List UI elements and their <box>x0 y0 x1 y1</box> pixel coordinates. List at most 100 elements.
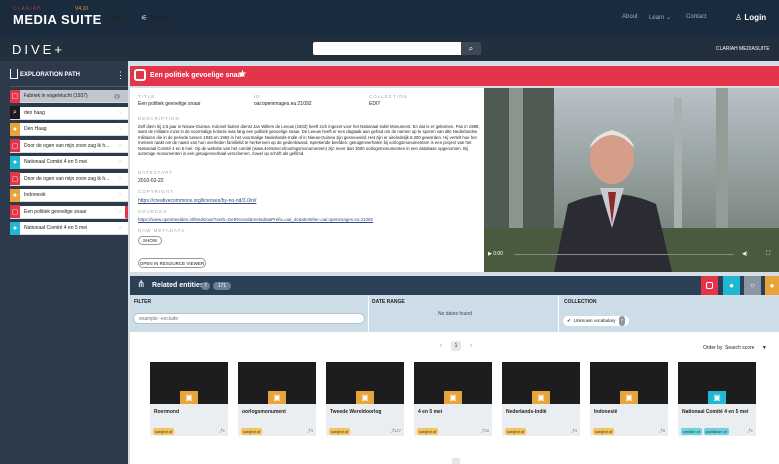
open-resource-viewer-button[interactable]: OPEN IN RESOURCE VIEWER <box>138 258 206 268</box>
filter-label: FILTER <box>134 299 152 305</box>
filter-location-tab[interactable]: ● <box>765 276 779 295</box>
divider <box>10 86 128 87</box>
chevron-right-icon: › <box>119 142 121 149</box>
filter-concept-tab[interactable]: ○ <box>744 276 761 295</box>
relation-tag: subject of <box>153 427 175 435</box>
entity-card[interactable]: ▣ Nederlands-Indië subject of ⤴4 <box>502 362 580 436</box>
sidebar-item-label: Een politiek gevoelige snaar <box>24 208 87 215</box>
volume-icon[interactable]: ◀) <box>742 251 748 257</box>
page-number[interactable]: 1 <box>451 341 461 351</box>
copyright-link[interactable]: https://creativecommons.org/licenses/by-… <box>138 198 256 204</box>
video-progress-bar[interactable] <box>514 254 734 255</box>
location-icon: ▣ <box>356 391 374 404</box>
entity-card[interactable]: ▣ Tweede Wereldoorlog subject of ⤴127 <box>326 362 404 436</box>
id-label: ID <box>254 94 261 99</box>
entity-count: 3 <box>310 428 313 433</box>
sidebar-item[interactable]: ▢ Door de ogen van mijn zoon zag ik h... › <box>10 139 128 153</box>
sidebar-item[interactable]: ● Nationaal Comité 4 en 5 mei › <box>10 221 128 235</box>
video-player[interactable]: ▶ 0:00 ◀) ⛶ <box>484 88 779 272</box>
location-icon: ● <box>769 281 775 290</box>
sidebar-item[interactable]: ▢ Fabriek in vogelvlucht (1937) 1 › <box>10 89 128 103</box>
collection-chip-label: Unknown vocabulary <box>573 318 616 323</box>
title-label: TITLE <box>138 94 156 99</box>
video-time: 0:00 <box>493 251 503 257</box>
filter-input[interactable] <box>133 313 365 324</box>
datestart-value: 2010-02-22 <box>138 178 164 184</box>
login-label: Login <box>744 13 767 22</box>
location-icon: ▣ <box>620 391 638 404</box>
app-logo[interactable]: MEDIA SUITE <box>13 12 102 27</box>
entity-footer: subject of ⤴127 <box>326 426 404 436</box>
entity-footer: subject of ⤴1 <box>150 426 228 436</box>
sources-link[interactable]: https://www.openbeelden.nl/feeds/oai/?ve… <box>138 217 373 222</box>
play-button[interactable]: ▶ 0:00 <box>488 251 503 257</box>
nav-data-link[interactable]: Data <box>108 14 123 21</box>
entity-footer: creator of publisher of ⤴1 <box>678 426 756 436</box>
search-input[interactable] <box>313 42 461 55</box>
scroll-indicator <box>452 458 460 464</box>
sidebar-item-label: Indonesië <box>24 192 46 198</box>
sidebar-item[interactable]: ▢ Een politiek gevoelige snaar › <box>10 205 128 219</box>
description-text: Zelf diem hij 2,5 jaar in Nieuw-Guinea. … <box>138 124 480 157</box>
sidebar-item[interactable]: ⌕ den haag › <box>10 106 128 120</box>
entity-card[interactable]: ▣ Nationaal Comité 4 en 5 mei creator of pu… <box>678 362 756 436</box>
copyright-label: COPYRIGHT <box>138 189 174 194</box>
search-icon: ⌕ <box>468 44 474 53</box>
collection-value: EDIT <box>369 101 381 107</box>
nav-learn-menu[interactable]: Learn ⌄ <box>649 14 671 21</box>
description-label: DESCRIPTION <box>138 116 180 121</box>
user-icon: ♙ <box>735 13 745 22</box>
relation-tag: subject of <box>329 427 351 435</box>
divider <box>558 296 559 332</box>
next-page-button[interactable]: › <box>470 343 472 349</box>
relation-tag: subject of <box>417 427 439 435</box>
nav-contact-link[interactable]: Contact <box>686 14 707 20</box>
prev-page-button[interactable]: ‹ <box>440 343 442 349</box>
title-value: Een politiek gevoelige snaar <box>138 101 201 107</box>
filter-person-tab[interactable]: ● <box>723 276 740 295</box>
nav-about-link[interactable]: About <box>622 14 638 20</box>
play-icon: ▶ <box>488 251 492 257</box>
location-icon: ▣ <box>532 391 550 404</box>
person-icon: ● <box>10 221 20 235</box>
record-icon: ▢ <box>10 172 20 185</box>
search-button[interactable]: ⌕ <box>461 42 481 55</box>
related-count-badge: 7 <box>201 282 210 290</box>
filter-media-tab[interactable] <box>701 276 718 295</box>
order-by-value: Search score <box>725 345 755 351</box>
sidebar-item[interactable]: ● Indonesië › <box>10 188 128 202</box>
login-button[interactable]: ♙ Login <box>735 13 766 22</box>
sidebar-item[interactable]: ▢ Door de ogen van mijn zoon zag ik h... › <box>10 172 128 186</box>
relation-tag: subject of <box>241 427 263 435</box>
sidebar-item-label: Door de ogen van mijn zoon zag ik h... <box>24 175 110 182</box>
entity-thumbnail: ▣ <box>150 362 228 404</box>
fullscreen-icon[interactable]: ⛶ <box>766 251 770 258</box>
entity-card[interactable]: ▣ Roermond subject of ⤴1 <box>150 362 228 436</box>
search-icon: ⌕ <box>10 106 20 119</box>
sidebar-item[interactable]: ● Nationaal Comité 4 en 5 mei › <box>10 155 128 169</box>
show-raw-button[interactable]: SHOW <box>138 236 162 245</box>
entity-footer: subject of ⤴3 <box>238 426 316 436</box>
bookmark-star-icon[interactable]: ★ <box>238 69 247 80</box>
clariah-label: CLARIAH MEDIASUITE <box>716 46 770 52</box>
video-frame <box>484 88 779 272</box>
collection-chip[interactable]: ✔ Unknown vocabulary 7 <box>563 316 630 326</box>
nav-tools-menu[interactable]: ⚟ Tools ⌄ <box>141 14 175 22</box>
tools-icon: ⚟ <box>141 15 150 22</box>
relation-tag: publisher of <box>703 427 729 435</box>
order-by-select[interactable]: Search score ▼ <box>725 345 775 351</box>
sidebar-menu-button[interactable]: ⋮ <box>116 70 125 81</box>
chevron-right-icon: › <box>119 175 121 182</box>
dive-logo[interactable]: DIVE+ <box>12 42 65 57</box>
record-title: Een politiek gevoelige snaar <box>150 72 245 79</box>
person-icon: ▣ <box>708 391 726 404</box>
entity-card[interactable]: ▣ Indonesië subject of ⤴5 <box>590 362 668 436</box>
entity-card[interactable]: ▣ oorlogsmonument subject of ⤴3 <box>238 362 316 436</box>
relation-tag: creator of <box>681 427 702 435</box>
entity-title: Tweede Wereldoorlog <box>330 409 382 415</box>
chevron-right-icon: › <box>119 109 121 116</box>
entity-card[interactable]: ▣ 4 en 5 mei subject of ⤴20 <box>414 362 492 436</box>
sidebar-item[interactable]: ● Den Haag › <box>10 122 128 136</box>
relation-tag: subject of <box>593 427 615 435</box>
collection-label: COLLECTION <box>369 94 408 99</box>
